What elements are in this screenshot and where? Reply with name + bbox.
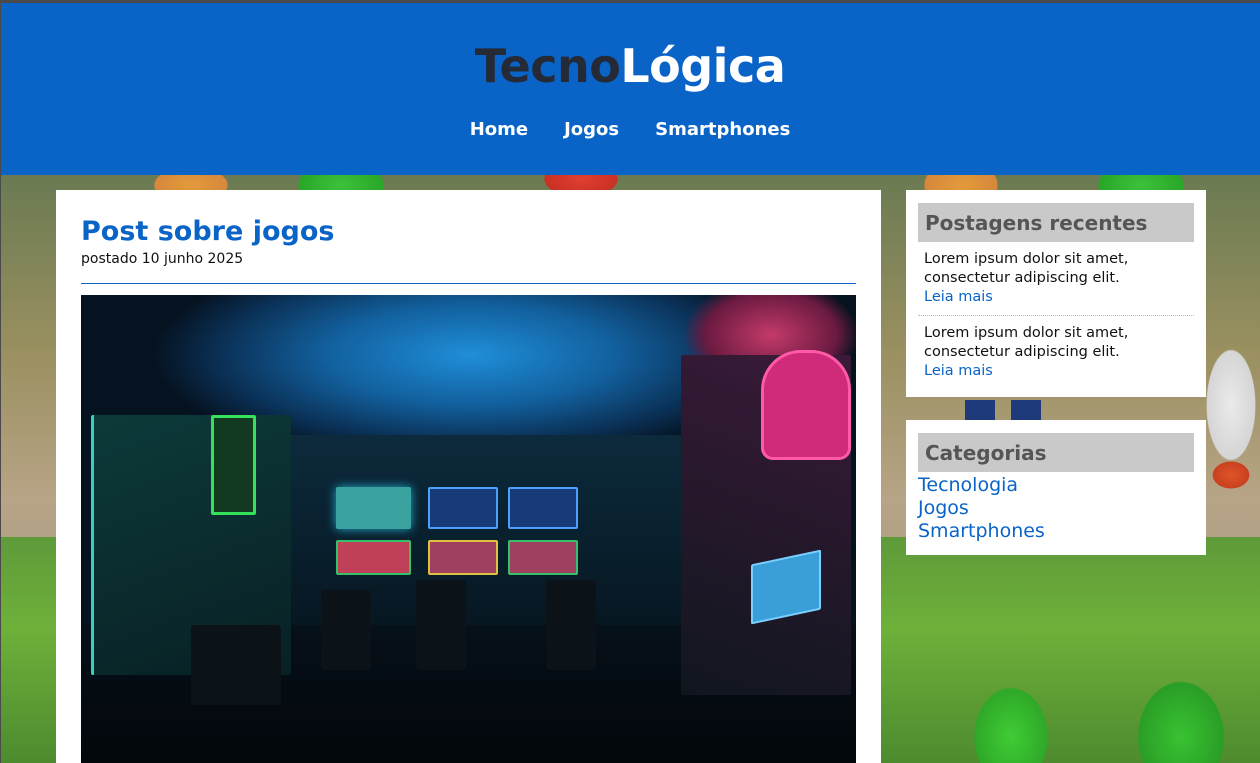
list-item: Lorem ipsum dolor sit amet, consectetur … xyxy=(918,316,1194,389)
image-stool xyxy=(321,590,371,670)
recent-posts-title: Postagens recentes xyxy=(918,203,1194,242)
image-neon-sign xyxy=(761,350,851,460)
categories-list: Tecnologia Jogos Smartphones xyxy=(918,474,1194,543)
list-item: Jogos xyxy=(918,497,1194,520)
image-arcade-screen xyxy=(508,487,578,529)
category-link-jogos[interactable]: Jogos xyxy=(918,497,1194,520)
nav-home[interactable]: Home xyxy=(470,119,528,141)
image-arcade-screen xyxy=(336,487,411,529)
image-arcade-screen xyxy=(336,540,411,575)
recent-posts-widget: Postagens recentes Lorem ipsum dolor sit… xyxy=(906,190,1206,397)
image-stool xyxy=(416,580,466,670)
list-item: Smartphones xyxy=(918,520,1194,543)
site-header: TecnoLógica Home Jogos Smartphones xyxy=(1,3,1260,175)
logo-part-logica: Lógica xyxy=(620,39,786,93)
image-arcade-screen xyxy=(428,487,498,529)
image-stool xyxy=(191,625,281,705)
site-logo[interactable]: TecnoLógica xyxy=(1,39,1259,93)
categories-title: Categorias xyxy=(918,433,1194,472)
nav-smartphones[interactable]: Smartphones xyxy=(655,119,790,141)
read-more-link[interactable]: Leia mais xyxy=(924,362,1188,381)
image-arcade-screen xyxy=(428,540,498,575)
logo-part-tecno: Tecno xyxy=(474,39,621,93)
image-stool xyxy=(546,580,596,670)
main-nav: Home Jogos Smartphones xyxy=(1,119,1259,141)
post-image xyxy=(81,295,856,763)
read-more-link[interactable]: Leia mais xyxy=(924,288,1188,307)
recent-post-excerpt: Lorem ipsum dolor sit amet, consectetur … xyxy=(924,325,1129,360)
category-link-tecnologia[interactable]: Tecnologia xyxy=(918,474,1194,497)
post-divider xyxy=(81,283,856,284)
image-arcade-screen xyxy=(508,540,578,575)
list-item: Tecnologia xyxy=(918,474,1194,497)
image-arcade-screen-left xyxy=(211,415,256,515)
post-article: Post sobre jogos postado 10 junho 2025 xyxy=(56,190,881,763)
recent-post-excerpt: Lorem ipsum dolor sit amet, consectetur … xyxy=(924,251,1129,286)
categories-widget: Categorias Tecnologia Jogos Smartphones xyxy=(906,420,1206,555)
background-figure-shoe xyxy=(1201,445,1260,505)
post-title[interactable]: Post sobre jogos xyxy=(81,215,856,249)
post-date: postado 10 junho 2025 xyxy=(81,251,244,267)
category-link-smartphones[interactable]: Smartphones xyxy=(918,520,1194,543)
nav-jogos[interactable]: Jogos xyxy=(564,119,619,141)
list-item: Lorem ipsum dolor sit amet, consectetur … xyxy=(918,242,1194,316)
